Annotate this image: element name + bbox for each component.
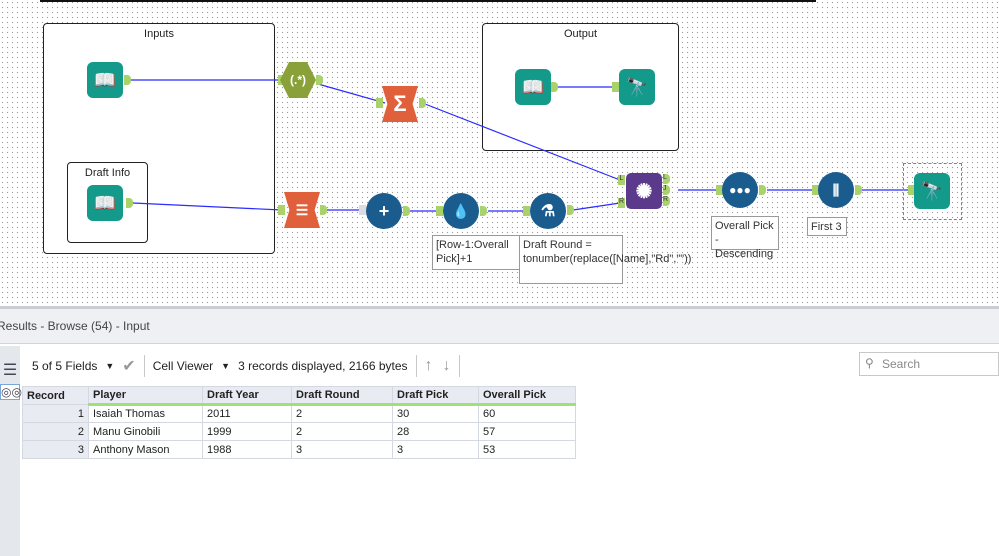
output-anchor[interactable] <box>419 98 426 108</box>
search-icon: ⚲ <box>865 356 874 370</box>
separator <box>143 355 145 377</box>
input-data-tool-icon[interactable]: 📖 <box>87 185 123 221</box>
search-placeholder: Search <box>882 357 921 371</box>
cell-viewer-dropdown[interactable]: Cell Viewer <box>153 359 213 373</box>
wire <box>132 202 283 211</box>
search-input[interactable]: ⚲ Search <box>859 352 999 376</box>
join-r-output-anchor[interactable]: R <box>663 196 670 206</box>
output-anchor[interactable] <box>567 205 574 215</box>
results-sidebar: ☰ ◎◎ <box>0 346 22 556</box>
multi-row-formula-tool-icon[interactable]: 💧 <box>443 193 479 229</box>
table-row[interactable]: 2 Manu Ginobili 1999 2 28 57 <box>22 422 576 441</box>
input-anchor[interactable] <box>359 205 366 215</box>
column-header[interactable]: Draft Round <box>291 386 393 406</box>
cell: 30 <box>392 404 479 423</box>
separator <box>415 355 417 377</box>
annotation-sort: Overall Pick - Descending <box>711 216 779 260</box>
output-anchor[interactable] <box>403 206 410 216</box>
sort-tool-icon[interactable]: ●●● <box>722 172 758 208</box>
input-data-tool-icon[interactable]: 📖 <box>515 69 551 105</box>
input-anchor[interactable] <box>436 206 443 216</box>
cell: Manu Ginobili <box>88 422 203 441</box>
separator <box>458 355 460 377</box>
cell: 1988 <box>202 440 292 459</box>
column-header[interactable]: Record <box>22 386 89 405</box>
output-anchor[interactable] <box>759 185 766 195</box>
cell: 1999 <box>202 422 292 441</box>
chevron-down-icon[interactable]: ▼ <box>105 361 114 371</box>
input-data-tool-icon[interactable]: 📖 <box>87 62 123 98</box>
output-anchor[interactable] <box>316 75 323 85</box>
cell: 2 <box>291 404 393 423</box>
table-row[interactable]: 3 Anthony Mason 1988 3 3 53 <box>22 440 576 459</box>
status-text: 3 records displayed, 2166 bytes <box>238 359 408 373</box>
arrow-up-icon[interactable]: ↑ <box>425 357 433 375</box>
column-header[interactable]: Draft Year <box>202 386 292 406</box>
cell: 2 <box>22 422 89 441</box>
anchor-label: R <box>618 198 625 205</box>
browse-tool-icon[interactable]: 🔭 <box>914 173 950 209</box>
summarize-glyph: Σ <box>393 91 407 116</box>
output-anchor[interactable] <box>480 206 487 216</box>
binoculars-icon[interactable]: ◎◎ <box>0 384 22 400</box>
cell: 60 <box>478 404 576 423</box>
formula-tool-icon[interactable]: ⚗ <box>530 193 566 229</box>
results-title: Results - Browse (54) - Input <box>0 319 150 333</box>
results-table: Record Player Draft Year Draft Round Dra… <box>22 386 576 459</box>
cell: 3 <box>291 440 393 459</box>
cell: 1 <box>22 404 89 423</box>
cell: Anthony Mason <box>88 440 203 459</box>
results-toolbar: 5 of 5 Fields ▼ ✔ Cell Viewer ▼ 3 record… <box>22 350 999 382</box>
anchor-label: R <box>663 196 669 203</box>
anchor-label: J <box>663 185 667 192</box>
anchor-label: L <box>663 174 667 181</box>
output-anchor[interactable] <box>124 75 131 85</box>
join-l-output-anchor[interactable]: L <box>663 174 670 184</box>
input-anchor[interactable] <box>278 205 285 215</box>
workflow-canvas[interactable]: Inputs Output Draft Info 📖 (.*) Σ 📖 🔭 📖 … <box>0 0 999 306</box>
cell: 53 <box>478 440 576 459</box>
sample-tool-icon[interactable]: ⫼ <box>818 172 854 208</box>
cell: 2 <box>291 422 393 441</box>
wire <box>424 103 621 181</box>
table-row[interactable]: 1 Isaiah Thomas 2011 2 30 60 <box>22 404 576 423</box>
cell: Isaiah Thomas <box>88 404 203 423</box>
output-anchor[interactable] <box>855 185 862 195</box>
output-anchor[interactable] <box>551 82 558 92</box>
wire <box>317 83 386 104</box>
list-icon[interactable]: ☰ <box>0 360 20 380</box>
browse-tool-icon[interactable]: 🔭 <box>619 69 655 105</box>
wire <box>572 202 621 211</box>
output-anchor[interactable] <box>320 205 327 215</box>
column-header[interactable]: Overall Pick <box>478 386 576 406</box>
cell: 57 <box>478 422 576 441</box>
regex-label: (.*) <box>290 73 306 87</box>
anchor-label: L <box>619 175 624 182</box>
annotation-multirow: [Row-1:Overall Pick]+1 <box>432 235 521 270</box>
annotation-formula: Draft Round = tonumber(replace([Name],"R… <box>519 235 691 284</box>
arrow-down-icon[interactable]: ↓ <box>443 357 451 375</box>
annotation-sample: First 3 <box>807 217 847 236</box>
join-tool-icon[interactable]: ✺ <box>626 173 662 209</box>
input-anchor[interactable] <box>612 82 619 92</box>
input-anchor[interactable] <box>376 98 383 108</box>
record-id-tool-icon[interactable]: + <box>366 193 402 229</box>
join-j-output-anchor[interactable]: J <box>663 185 670 195</box>
cell: 3 <box>392 440 479 459</box>
cell: 2011 <box>202 404 292 423</box>
input-anchor[interactable] <box>523 206 530 216</box>
cell: 3 <box>22 440 89 459</box>
join-left-anchor[interactable]: L <box>618 175 625 185</box>
chevron-down-icon[interactable]: ▼ <box>221 361 230 371</box>
checkmark-icon[interactable]: ✔ <box>122 356 135 376</box>
column-header[interactable]: Player <box>88 386 203 406</box>
column-header[interactable]: Draft Pick <box>392 386 479 406</box>
cell: 28 <box>392 422 479 441</box>
output-anchor[interactable] <box>126 198 133 208</box>
results-pane: Results - Browse (54) - Input ☰ ◎◎ 5 of … <box>0 306 999 556</box>
fields-dropdown[interactable]: 5 of 5 Fields <box>32 359 97 373</box>
join-right-anchor[interactable]: R <box>618 198 625 208</box>
